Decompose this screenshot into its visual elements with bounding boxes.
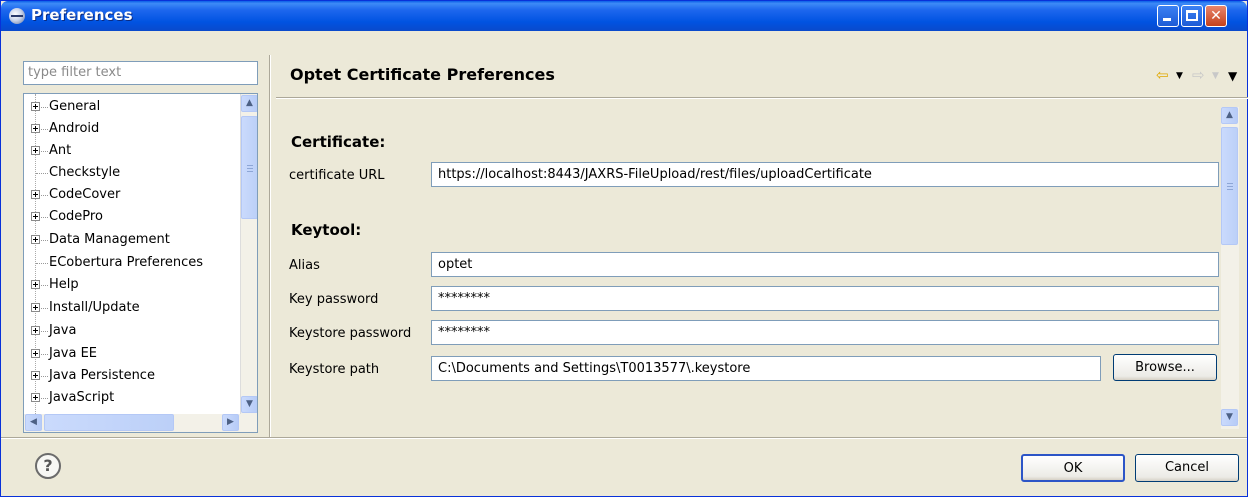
chevron-up-icon: ▲ bbox=[246, 98, 253, 108]
ok-button[interactable]: OK bbox=[1021, 454, 1125, 482]
chevron-up-icon: ▲ bbox=[1226, 110, 1233, 120]
chevron-down-icon: ▼ bbox=[1226, 412, 1233, 422]
expand-icon[interactable] bbox=[31, 280, 40, 289]
scroll-thumb[interactable] bbox=[241, 116, 257, 219]
close-button[interactable]: ✕ bbox=[1205, 5, 1227, 27]
close-icon: ✕ bbox=[1210, 8, 1222, 24]
tree-item-label: CodeCover bbox=[49, 187, 121, 202]
preferences-window: Preferences ✕ type filter text General A… bbox=[0, 0, 1248, 497]
chevron-left-icon: ◀ bbox=[30, 417, 37, 427]
expand-icon[interactable] bbox=[31, 146, 40, 155]
expand-icon[interactable] bbox=[31, 212, 40, 221]
expand-icon[interactable] bbox=[31, 190, 40, 199]
tree-horizontal-scrollbar[interactable]: ◀ ▶ bbox=[24, 414, 257, 432]
scroll-up-button[interactable]: ▲ bbox=[241, 95, 257, 112]
keytool-section-heading: Keytool: bbox=[291, 221, 362, 239]
tree-item-label: Java EE bbox=[49, 346, 98, 361]
keystore-password-label: Keystore password bbox=[289, 326, 412, 341]
key-password-field[interactable]: ******** bbox=[431, 286, 1219, 311]
chevron-right-icon: ▶ bbox=[227, 417, 234, 427]
tree-item-label: General bbox=[49, 99, 101, 114]
window-title: Preferences bbox=[31, 6, 133, 24]
keystore-password-field[interactable]: ******** bbox=[431, 320, 1219, 345]
certificate-url-label: certificate URL bbox=[289, 168, 385, 183]
back-arrow-icon[interactable]: ⇦ bbox=[1156, 66, 1169, 84]
scroll-right-button[interactable]: ▶ bbox=[222, 414, 239, 431]
maximize-icon bbox=[1186, 10, 1198, 21]
minimize-button[interactable] bbox=[1157, 5, 1179, 27]
preferences-icon bbox=[9, 8, 25, 24]
cancel-button[interactable]: Cancel bbox=[1135, 454, 1239, 482]
forward-menu-icon[interactable]: ▼ bbox=[1212, 71, 1219, 81]
forward-arrow-icon[interactable]: ⇨ bbox=[1192, 66, 1205, 84]
certificate-url-field[interactable]: https://localhost:8443/JAXRS-FileUpload/… bbox=[431, 162, 1219, 187]
tree-item-label: JavaScript bbox=[49, 390, 115, 405]
expand-icon[interactable] bbox=[31, 393, 40, 402]
key-password-label: Key password bbox=[289, 292, 379, 307]
view-menu-icon[interactable]: ▼ bbox=[1228, 69, 1237, 83]
maximize-button[interactable] bbox=[1181, 5, 1203, 27]
back-menu-icon[interactable]: ▼ bbox=[1176, 71, 1183, 81]
certificate-section-heading: Certificate: bbox=[291, 133, 386, 151]
help-icon[interactable]: ? bbox=[35, 453, 61, 479]
minimize-icon bbox=[1163, 18, 1171, 21]
alias-label: Alias bbox=[289, 258, 320, 273]
tree-item-label: Java bbox=[49, 323, 77, 338]
filter-input[interactable]: type filter text bbox=[23, 61, 258, 85]
page-title: Optet Certificate Preferences bbox=[290, 65, 555, 84]
page-header: Optet Certificate Preferences ⇦ ▼ ⇨ ▼ ▼ bbox=[276, 57, 1248, 97]
page-vertical-scrollbar[interactable]: ▲ ▼ bbox=[1221, 107, 1239, 429]
expand-icon[interactable] bbox=[31, 124, 40, 133]
tree-item-label: CodePro bbox=[49, 209, 103, 224]
pane-divider[interactable] bbox=[269, 55, 271, 437]
tree-item-label: Android bbox=[49, 121, 100, 136]
expand-icon[interactable] bbox=[31, 102, 40, 111]
scroll-down-button[interactable]: ▼ bbox=[241, 396, 257, 413]
tree-item-label: Java Persistence bbox=[49, 368, 155, 383]
tree-item-label: Help bbox=[49, 277, 79, 292]
preferences-tree[interactable]: General Android Ant Checkstyle CodeCover… bbox=[23, 93, 258, 433]
expand-icon[interactable] bbox=[31, 326, 40, 335]
tree-item-label: Data Management bbox=[49, 232, 170, 247]
expand-icon[interactable] bbox=[31, 303, 40, 312]
scroll-down-button[interactable]: ▼ bbox=[1221, 409, 1238, 426]
scroll-thumb[interactable] bbox=[1221, 127, 1238, 245]
keystore-path-field[interactable]: C:\Documents and Settings\T0013577\.keys… bbox=[431, 356, 1101, 381]
tree-item-label: ECobertura Preferences bbox=[49, 255, 204, 270]
expand-icon[interactable] bbox=[31, 349, 40, 358]
browse-button[interactable]: Browse... bbox=[1113, 354, 1217, 381]
chevron-down-icon: ▼ bbox=[246, 399, 253, 409]
title-bar[interactable]: Preferences ✕ bbox=[1, 1, 1247, 31]
tree-item-label: Ant bbox=[49, 143, 72, 158]
preferences-page: Certificate: certificate URL https://loc… bbox=[281, 101, 1229, 431]
keystore-path-label: Keystore path bbox=[289, 362, 380, 377]
expand-icon[interactable] bbox=[31, 235, 40, 244]
horizontal-scroll-thumb[interactable] bbox=[44, 414, 174, 431]
expand-icon[interactable] bbox=[31, 371, 40, 380]
scroll-up-button[interactable]: ▲ bbox=[1221, 107, 1238, 124]
scroll-left-button[interactable]: ◀ bbox=[25, 414, 42, 431]
tree-vertical-scrollbar[interactable]: ▲ ▼ bbox=[240, 94, 257, 414]
alias-field[interactable]: optet bbox=[431, 252, 1219, 277]
tree-item-label: Install/Update bbox=[49, 300, 140, 315]
tree-item-label: Checkstyle bbox=[49, 165, 121, 180]
